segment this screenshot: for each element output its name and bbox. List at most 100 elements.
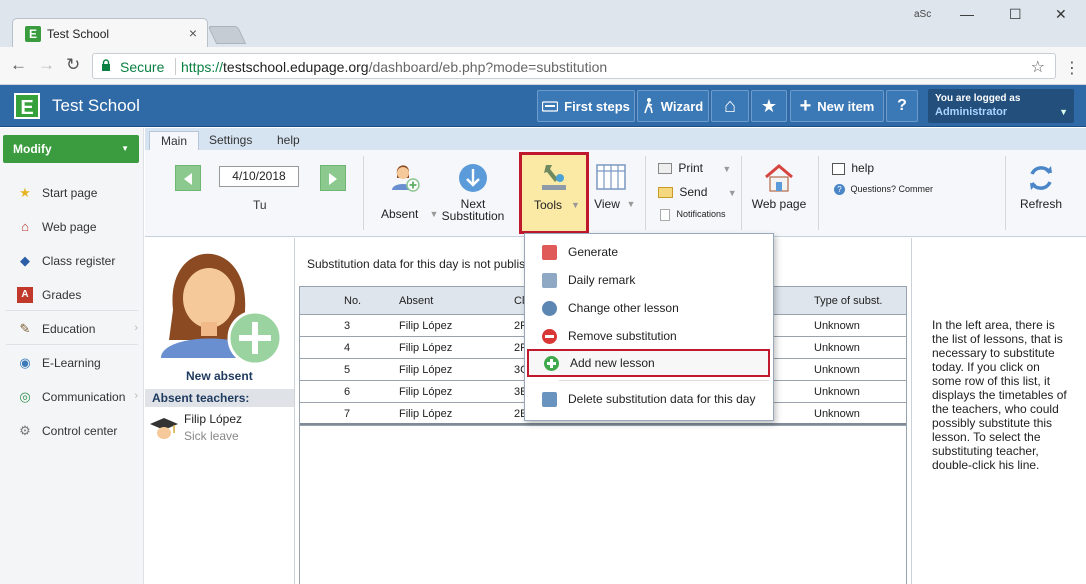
house-icon	[765, 164, 793, 192]
refresh-button[interactable]: Refresh	[1014, 160, 1068, 230]
browser-toolbar: ← → ↻ Secure https://testschool.edupage.…	[0, 47, 1086, 85]
menu-item-add-new-lesson[interactable]: Add new lesson	[527, 349, 770, 377]
next-substitution-button[interactable]: Next Substitution	[440, 160, 506, 230]
add-person-icon	[161, 253, 283, 366]
cell-type: Unknown	[814, 320, 860, 332]
menu-item-delete-substitution-data[interactable]: Delete substitution data for this day	[525, 385, 773, 413]
tools-icon	[542, 165, 566, 190]
url-scheme: https://	[181, 59, 224, 75]
secure-label: Secure	[120, 59, 165, 75]
address-bar[interactable]: Secure https://testschool.edupage.org/da…	[92, 53, 1056, 79]
print-label: Print	[678, 161, 704, 175]
sidebar-divider	[6, 310, 138, 311]
help-button[interactable]: ?	[886, 90, 918, 122]
wizard-button[interactable]: Wizard	[637, 90, 709, 122]
menu-item-daily-remark[interactable]: Daily remark	[525, 266, 773, 294]
sidebar-divider	[6, 344, 138, 345]
col-no: No.	[344, 295, 362, 307]
modify-button[interactable]: Modify ▼	[3, 135, 139, 163]
tab-settings[interactable]: Settings	[198, 131, 263, 150]
publish-notice: Substitution data for this day is not pu…	[307, 257, 526, 271]
back-icon[interactable]: ←	[10, 55, 27, 75]
minimize-icon[interactable]: —	[960, 6, 974, 22]
web-page-button[interactable]: Web page	[748, 160, 810, 230]
sidebar-item-start-page[interactable]: ★ Start page	[0, 179, 144, 207]
envelope-icon	[658, 187, 673, 199]
help-text: In the left area, there is the list of l…	[932, 318, 1067, 472]
wizard-label: Wizard	[660, 98, 704, 114]
menu-item-generate[interactable]: Generate	[525, 238, 773, 266]
col-class: Cl	[514, 295, 525, 307]
menu-item-label: Delete substitution data for this day	[568, 392, 756, 406]
home-button[interactable]: ⌂	[711, 90, 749, 122]
app-logo[interactable]: E	[14, 93, 40, 119]
sidebar-item-communication[interactable]: ◎ Communication ›	[0, 383, 144, 411]
menu-item-label: Change other lesson	[568, 301, 679, 315]
help-link[interactable]: help	[832, 161, 874, 175]
sidebar-item-e-learning[interactable]: ◉ E-Learning	[0, 349, 144, 377]
cell-absent: Filip López	[399, 342, 453, 354]
date-input[interactable]: 4/10/2018	[219, 166, 299, 187]
url-path: /dashboard/eb.php?mode=substitution	[368, 59, 608, 75]
new-item-button[interactable]: + New item	[790, 90, 884, 122]
question-circle-icon: ?	[834, 184, 845, 196]
sidebar-item-web-page[interactable]: ⌂ Web page	[0, 213, 144, 241]
new-item-label: New item	[817, 98, 875, 114]
help-book-icon	[832, 162, 845, 175]
cell-type: Unknown	[814, 386, 860, 398]
sidebar-item-label: Start page	[42, 186, 98, 200]
sidebar: Modify ▼ ★ Start page ⌂ Web page ◆ Class…	[0, 128, 144, 584]
new-tab-button[interactable]	[207, 26, 247, 44]
cell-absent: Filip López	[399, 320, 453, 332]
next-day-button[interactable]	[320, 165, 346, 191]
view-button[interactable]: View ▼	[592, 160, 642, 230]
grid-icon	[596, 164, 626, 190]
notifications-label: Notifications	[676, 209, 726, 220]
tools-button[interactable]: Tools ▼	[519, 152, 589, 234]
sidebar-item-education[interactable]: ✎ Education ›	[0, 315, 144, 343]
gear-icon: ⚙	[19, 423, 31, 438]
tools-label: Tools	[534, 198, 563, 212]
user-menu[interactable]: You are logged as Administrator ▼	[928, 89, 1074, 123]
reload-icon[interactable]: ↻	[66, 55, 80, 75]
new-absent-button[interactable]: New absent	[153, 240, 289, 386]
chevron-down-icon: ▼	[626, 199, 636, 209]
print-button[interactable]: Print ▼	[658, 161, 731, 175]
tab-main[interactable]: Main	[149, 131, 200, 150]
arrow-left-icon	[184, 173, 192, 185]
tab-close-icon[interactable]: ×	[189, 25, 197, 41]
questions-link[interactable]: ? Questions? Commer	[834, 184, 933, 196]
menu-item-change-other-lesson[interactable]: Change other lesson	[525, 294, 773, 322]
chevron-down-icon: ▼	[727, 188, 737, 198]
tab-help[interactable]: help	[266, 131, 311, 150]
chevron-down-icon: ▼	[1059, 107, 1068, 117]
sidebar-item-grades[interactable]: A Grades	[0, 281, 144, 309]
favorites-button[interactable]: ★	[751, 90, 787, 122]
notifications-button[interactable]: Notifications	[660, 209, 726, 221]
absent-teacher-item[interactable]: Filip López Sick leave	[145, 410, 294, 444]
maximize-icon[interactable]: ☐	[1009, 6, 1022, 23]
send-button[interactable]: Send ▼	[658, 185, 737, 199]
menu-item-remove-substitution[interactable]: Remove substitution	[525, 322, 773, 350]
cell-type: Unknown	[814, 342, 860, 354]
browser-menu-icon[interactable]: ⋮	[1064, 58, 1080, 78]
close-window-icon[interactable]: ✕	[1055, 6, 1067, 23]
bookmark-star-icon[interactable]: ☆	[1031, 57, 1045, 77]
forward-icon[interactable]: →	[38, 55, 55, 75]
first-steps-label: First steps	[564, 98, 630, 114]
browser-tab[interactable]: E Test School ×	[12, 18, 208, 48]
menu-item-label: Remove substitution	[568, 329, 677, 343]
person-swap-icon	[542, 301, 557, 316]
app-title[interactable]: Test School	[52, 96, 140, 116]
sidebar-item-class-register[interactable]: ◆ Class register	[0, 247, 144, 275]
lock-icon	[102, 59, 110, 71]
plus-circle-icon	[544, 356, 559, 371]
col-absent: Absent	[399, 295, 434, 307]
previous-day-button[interactable]	[175, 165, 201, 191]
house-icon: ⌂	[21, 219, 29, 234]
absent-button[interactable]: Absent ▼	[375, 160, 438, 230]
menu-separator	[559, 380, 769, 381]
first-steps-button[interactable]: First steps	[537, 90, 635, 122]
sidebar-item-control-center[interactable]: ⚙ Control center	[0, 417, 144, 445]
modify-label: Modify	[13, 142, 52, 156]
